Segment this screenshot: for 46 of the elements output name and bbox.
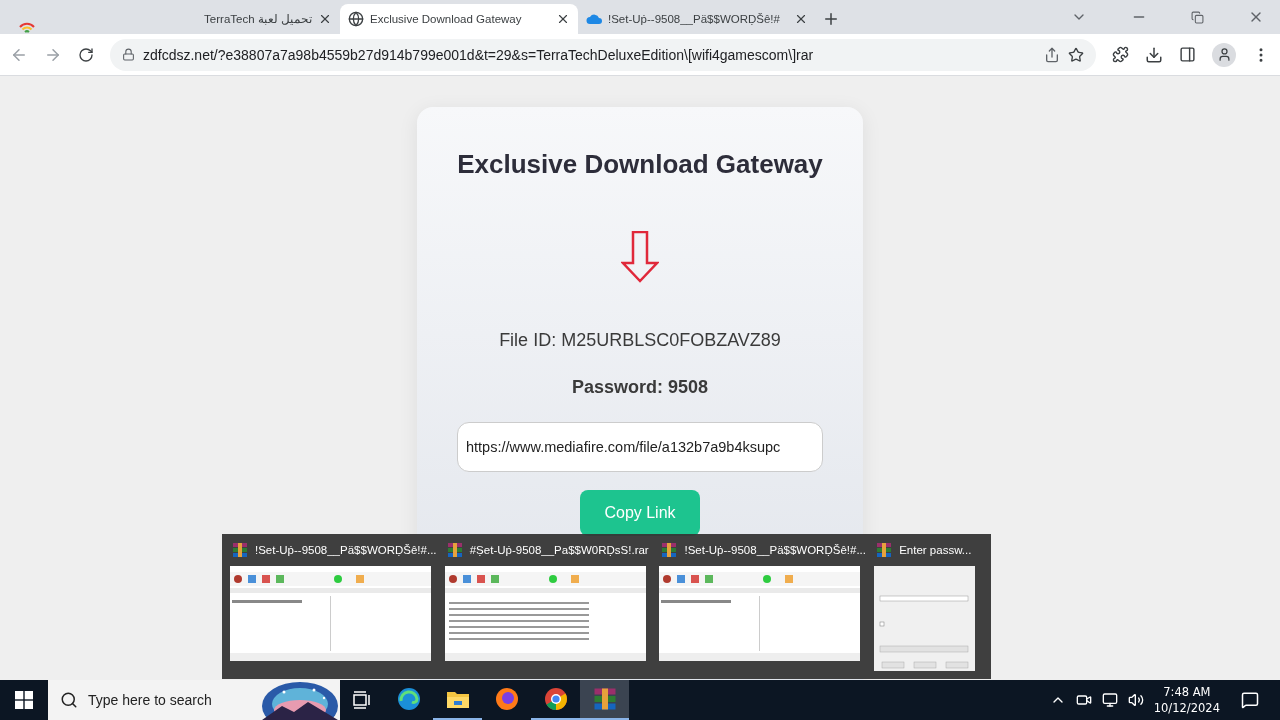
search-icon [60, 691, 78, 709]
globe-icon [348, 11, 364, 27]
reload-icon[interactable] [78, 46, 94, 63]
browser-tab[interactable]: !Set-Uṗ--9508__Pä$$WORḌŠȇ!# [578, 4, 816, 34]
share-icon[interactable] [1044, 46, 1060, 63]
window-title: !Set-Uṗ--9508__Pä$$WORḌŠȇ!#... [255, 544, 437, 556]
lock-icon[interactable] [122, 48, 135, 61]
page-title: Exclusive Download Gateway [457, 149, 823, 180]
down-arrow-icon [621, 231, 659, 283]
search-field[interactable]: Type here to search [48, 680, 340, 720]
new-tab-icon[interactable] [822, 10, 840, 28]
archive-icon [876, 542, 893, 558]
archive-icon [592, 687, 617, 711]
window-title: !Set-Uṗ--9508__Pä$$WORḌŠȇ!#... [684, 544, 866, 556]
volume-icon[interactable] [1127, 692, 1144, 708]
extensions-icon[interactable] [1112, 46, 1129, 63]
edge-icon[interactable] [396, 687, 421, 711]
password-text: Password: 9508 [571, 377, 709, 398]
windows-logo-icon [15, 691, 33, 709]
network-icon[interactable] [1101, 692, 1118, 708]
archive-icon [232, 542, 248, 558]
chrome-icon[interactable] [543, 687, 568, 711]
browser-tab[interactable]: Exclusive Download Gateway [340, 4, 578, 34]
download-icon[interactable] [1145, 45, 1163, 64]
window-title: Enter passw... [899, 544, 972, 556]
address-bar[interactable]: zdfcdsz.net/?e38807a7a98b4559b27d914b799e001d&t=29&s=TerraTechDeluxeEdition\[wifi4gamescom\]rar [110, 38, 1096, 71]
browser-tab[interactable]: تحميل لعبة TerraTech [102, 4, 340, 34]
folder-icon[interactable] [445, 689, 470, 709]
camera-icon[interactable] [1075, 692, 1092, 708]
close-icon[interactable] [556, 12, 570, 26]
profile-icon[interactable] [1212, 42, 1236, 67]
archive-icon [661, 542, 678, 558]
notification-icon[interactable] [1241, 691, 1259, 709]
side-panel-icon[interactable] [1179, 46, 1196, 63]
firefox-icon[interactable] [494, 687, 519, 711]
cloud-icon [586, 13, 602, 25]
file-id: File ID: M25URBLSC0FOBZAVZ89 [499, 330, 781, 351]
clock[interactable]: 7:48 AM 10/12/2024 [1153, 684, 1220, 716]
close-icon[interactable] [318, 12, 332, 26]
wifi-icon [19, 20, 35, 34]
star-icon[interactable] [1068, 46, 1084, 63]
window-title: #Ṣet-Uṗ-9508__Pa$$W0RḌsS!.rar [469, 544, 649, 556]
link-field[interactable]: https://www.mediafire.com/file/a132b7a9b4ksupc [457, 422, 823, 472]
archive-icon [446, 542, 463, 558]
restore-icon[interactable] [1191, 10, 1204, 24]
close-icon[interactable] [794, 12, 808, 26]
